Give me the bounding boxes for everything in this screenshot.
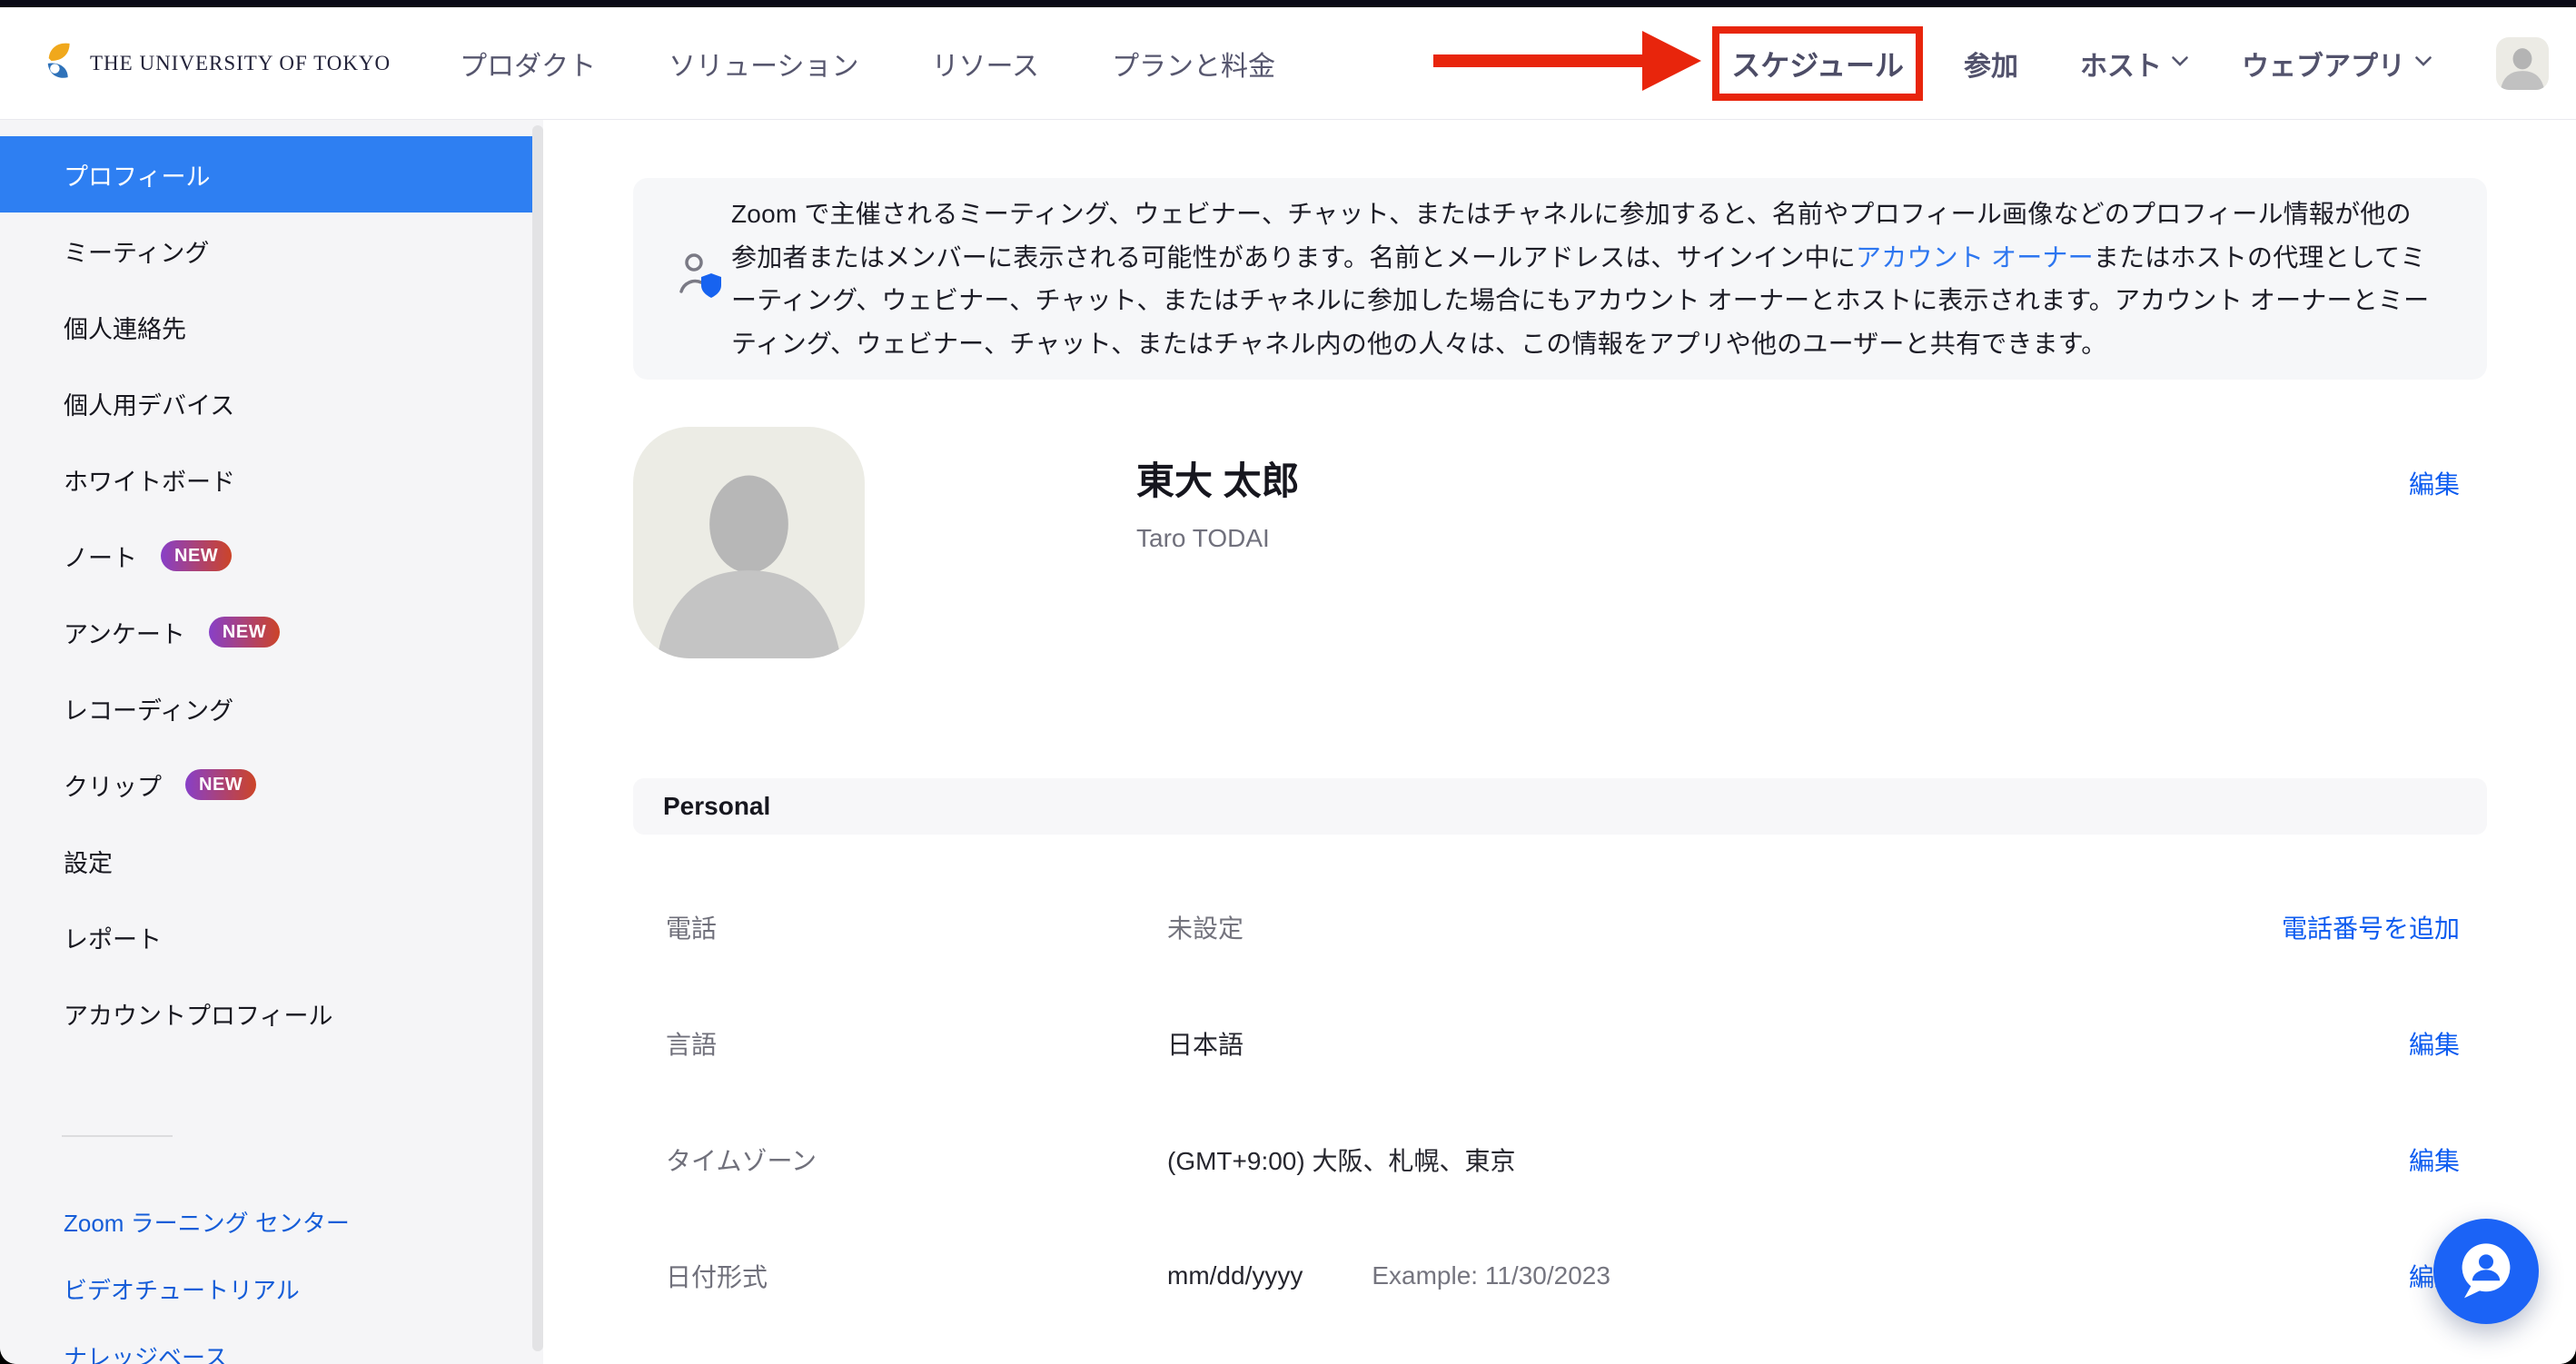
sidebar-item-meetings[interactable]: ミーティング bbox=[0, 213, 532, 289]
sidebar-divider bbox=[62, 1135, 173, 1137]
edit-timezone-link[interactable]: 編集 bbox=[2409, 1142, 2460, 1178]
personal-section-header: Personal bbox=[633, 778, 2487, 835]
row-value: 日本語 bbox=[1167, 1025, 1243, 1062]
main-content: Zoom で主催されるミーティング、ウェビナー、チャット、またはチャネルに参加す… bbox=[543, 120, 2576, 1364]
primary-nav: プロダクト ソリューション リソース プランと料金 bbox=[460, 44, 1275, 84]
profile-name-romanized: Taro TODAI bbox=[1136, 524, 1300, 553]
red-arrow-icon bbox=[1433, 24, 1701, 103]
row-timezone: タイムゾーン (GMT+9:00) 大阪、札幌、東京 編集 bbox=[633, 1102, 2487, 1218]
sidebar-item-settings[interactable]: 設定 bbox=[0, 823, 532, 899]
profile-detail-rows: 電話 未設定 電話番号を追加 言語 日本語 編集 タイムゾーン (GMT+9:0… bbox=[633, 869, 2487, 1334]
sidebar-link-learning-center[interactable]: Zoom ラーニング センター bbox=[0, 1190, 543, 1257]
nav-item-webapp[interactable]: ウェブアプリ bbox=[2242, 44, 2432, 84]
row-label: 言語 bbox=[666, 1025, 1167, 1062]
sidebar-link-video-tutorials[interactable]: ビデオチュートリアル bbox=[0, 1257, 543, 1324]
edit-language-link[interactable]: 編集 bbox=[2409, 1025, 2460, 1062]
zoom-web-portal: THE UNIVERSITY OF TOKYO プロダクト ソリューション リソ… bbox=[0, 0, 2576, 1364]
sidebar-item-recordings[interactable]: レコーディング bbox=[0, 670, 532, 746]
annotation-highlight-box: スケジュール bbox=[1712, 26, 1923, 101]
nav-item-host[interactable]: ホスト bbox=[2080, 44, 2189, 84]
person-icon bbox=[2496, 37, 2549, 90]
sidebar-item-profile[interactable]: プロフィール bbox=[0, 136, 532, 213]
user-avatar[interactable] bbox=[2496, 37, 2549, 90]
new-badge: NEW bbox=[185, 769, 256, 800]
new-badge: NEW bbox=[161, 540, 232, 571]
help-button[interactable] bbox=[2433, 1219, 2539, 1324]
privacy-note-card: Zoom で主催されるミーティング、ウェビナー、チャット、またはチャネルに参加す… bbox=[633, 178, 2487, 380]
sidebar-scrollbar[interactable] bbox=[532, 125, 543, 1351]
nav-item-resources[interactable]: リソース bbox=[932, 44, 1040, 84]
row-label: 日付形式 bbox=[666, 1258, 1167, 1294]
profile-header: 東大 太郎 Taro TODAI 編集 bbox=[633, 427, 2487, 658]
utokyo-ginkgo-icon bbox=[43, 40, 81, 86]
row-label: 電話 bbox=[666, 909, 1167, 945]
sidebar-item-personal-devices[interactable]: 個人用デバイス bbox=[0, 365, 532, 441]
nav-item-join[interactable]: 参加 bbox=[1964, 44, 2018, 84]
sidebar-item-clips[interactable]: クリップ NEW bbox=[0, 746, 532, 823]
sidebar-item-personal-contacts[interactable]: 個人連絡先 bbox=[0, 289, 532, 365]
row-value: (GMT+9:00) 大阪、札幌、東京 bbox=[1167, 1142, 1515, 1178]
nav-item-plans-pricing[interactable]: プランと料金 bbox=[1112, 44, 1275, 84]
nav-item-solutions[interactable]: ソリューション bbox=[669, 44, 858, 84]
utokyo-logo-text: THE UNIVERSITY OF TOKYO bbox=[90, 52, 391, 75]
sidebar-link-knowledge-base[interactable]: ナレッジベース bbox=[0, 1324, 543, 1364]
row-value: 未設定 bbox=[1167, 909, 1243, 945]
secondary-nav: スケジュール 参加 ホスト ウェブアプリ bbox=[1433, 24, 2549, 103]
top-nav-bar: THE UNIVERSITY OF TOKYO プロダクト ソリューション リソ… bbox=[0, 7, 2576, 120]
add-phone-link[interactable]: 電話番号を追加 bbox=[2282, 909, 2460, 945]
row-example: Example: 11/30/2023 bbox=[1372, 1261, 1610, 1290]
row-phone: 電話 未設定 電話番号を追加 bbox=[633, 869, 2487, 985]
sidebar-item-surveys[interactable]: アンケート NEW bbox=[0, 594, 532, 670]
profile-edit-link[interactable]: 編集 bbox=[2409, 465, 2487, 658]
profile-name: 東大 太郎 bbox=[1136, 450, 1300, 506]
utokyo-logo[interactable]: THE UNIVERSITY OF TOKYO bbox=[43, 40, 391, 86]
new-badge: NEW bbox=[209, 617, 280, 647]
nav-item-schedule[interactable]: スケジュール bbox=[1731, 43, 1904, 84]
sidebar-item-notes[interactable]: ノート NEW bbox=[0, 518, 532, 594]
row-date-format: 日付形式 mm/dd/yyyy Example: 11/30/2023 編集 bbox=[633, 1218, 2487, 1334]
window-top-strip bbox=[0, 0, 2576, 7]
chevron-down-icon bbox=[2171, 55, 2189, 72]
chat-person-icon bbox=[2450, 1234, 2522, 1310]
person-icon bbox=[633, 427, 865, 658]
sidebar-item-whiteboards[interactable]: ホワイトボード bbox=[0, 441, 532, 518]
person-shield-icon bbox=[673, 249, 729, 310]
sidebar: プロフィール ミーティング 個人連絡先 個人用デバイス ホワイトボード ノート … bbox=[0, 120, 543, 1364]
profile-names: 東大 太郎 Taro TODAI bbox=[1136, 450, 1300, 658]
chevron-down-icon bbox=[2414, 55, 2432, 72]
sidebar-item-reports[interactable]: レポート bbox=[0, 899, 532, 975]
account-owner-link[interactable]: アカウント オーナー bbox=[1856, 243, 2094, 272]
row-language: 言語 日本語 編集 bbox=[633, 985, 2487, 1102]
sidebar-nav: プロフィール ミーティング 個人連絡先 個人用デバイス ホワイトボード ノート … bbox=[0, 136, 543, 1052]
nav-item-products[interactable]: プロダクト bbox=[460, 44, 596, 84]
row-label: タイムゾーン bbox=[666, 1142, 1167, 1178]
row-value: mm/dd/yyyy bbox=[1167, 1261, 1303, 1290]
section-title: Personal bbox=[663, 792, 770, 821]
privacy-note-text: Zoom で主催されるミーティング、ウェビナー、チャット、またはチャネルに参加す… bbox=[731, 193, 2436, 365]
profile-avatar[interactable] bbox=[633, 427, 865, 658]
sidebar-item-account-profile[interactable]: アカウントプロフィール bbox=[0, 975, 532, 1052]
